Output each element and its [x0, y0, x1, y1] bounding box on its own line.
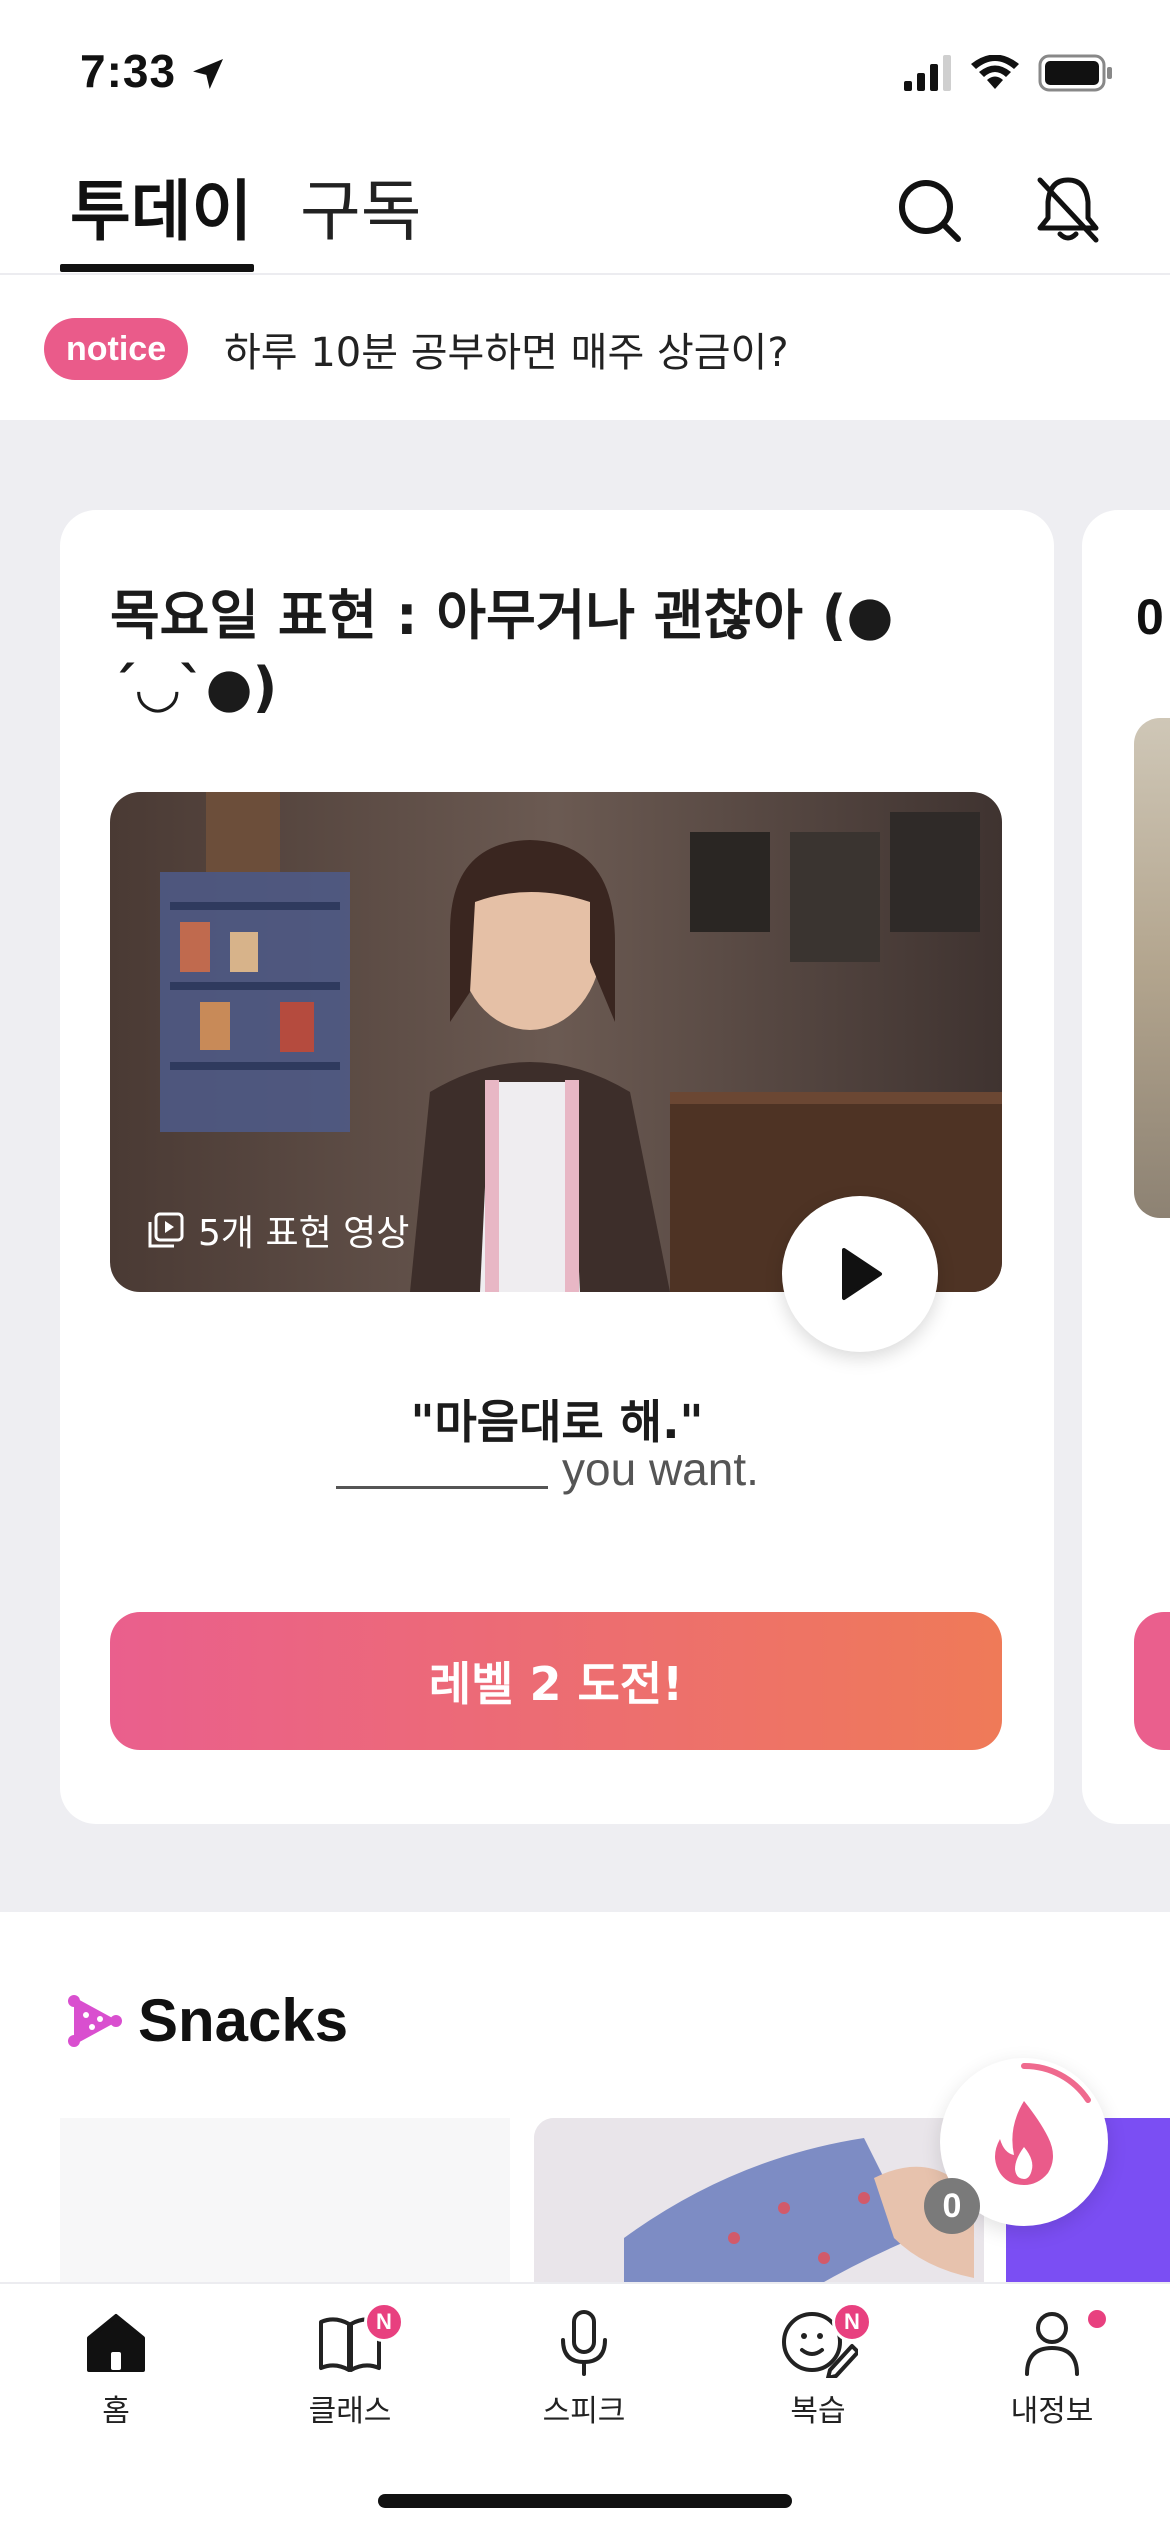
mic-icon: [561, 2310, 607, 2376]
top-nav: 투데이 구독: [0, 140, 1170, 275]
status-time: 7:33: [80, 45, 177, 97]
next-card-thumbnail: [1134, 718, 1170, 1218]
notification-off-icon[interactable]: [1028, 170, 1108, 250]
profile-icon: [1025, 2312, 1079, 2376]
answer-blank: [336, 1486, 548, 1489]
battery-icon: [1038, 54, 1112, 92]
next-card-peek[interactable]: 0: [1082, 510, 1170, 1824]
location-arrow-icon: [193, 59, 223, 89]
expression-card[interactable]: 목요일 표현 : 아무거나 괜찮아 (●´◡`●) 5개 표현 영상 "마음대로…: [60, 510, 1054, 1824]
bottom-tab-home[interactable]: 홈: [36, 2308, 196, 2430]
active-tab-indicator: [60, 264, 254, 272]
home-icon: [87, 2314, 145, 2372]
bottom-tab-label: 복습: [790, 2394, 846, 2429]
play-icon: [842, 1248, 882, 1300]
bottom-tab-label: 스피크: [542, 2394, 626, 2429]
video-playlist-icon: [148, 1212, 184, 1248]
tab-today[interactable]: 투데이: [70, 158, 252, 254]
review-new-badge: N: [832, 2302, 872, 2342]
notice-text: 하루 10분 공부하면 매주 상금이?: [224, 330, 789, 376]
snacks-title-text: Snacks: [138, 1987, 349, 2054]
video-caption: 5개 표현 영상: [146, 1204, 409, 1256]
expression-quote: "마음대로 해.": [410, 1395, 704, 1449]
notice-bar[interactable]: notice 하루 10분 공부하면 매주 상금이?: [0, 276, 1170, 420]
play-button[interactable]: [782, 1196, 938, 1352]
bottom-tab-label: 클래스: [308, 2394, 392, 2429]
card-title: 목요일 표현 : 아무거나 괜찮아 (●´◡`●): [110, 584, 894, 719]
tab-subscription[interactable]: 구독: [300, 158, 421, 254]
bottom-tab-label: 내정보: [1010, 2394, 1094, 2429]
bottom-tab-class[interactable]: N 클래스: [270, 2302, 430, 2430]
video-caption-text: 5개 표현 영상: [198, 1213, 410, 1254]
snacks-logo-icon: [68, 1994, 122, 2047]
profile-notification-dot: [1088, 2310, 1106, 2328]
next-card-title-fragment: 0: [1136, 589, 1164, 645]
next-card-button: [1134, 1612, 1170, 1750]
class-new-badge: N: [364, 2302, 404, 2342]
wifi-icon: [971, 55, 1019, 89]
answer-suffix: you want.: [562, 1443, 759, 1495]
signal-icon: [904, 55, 951, 91]
search-icon[interactable]: [890, 170, 970, 250]
challenge-button[interactable]: 레벨 2 도전!: [110, 1612, 1002, 1750]
bottom-tab-label: 홈: [102, 2394, 130, 2429]
streak-count: 0: [924, 2178, 980, 2234]
status-icons: [904, 50, 1114, 96]
status-bar: 7:33: [0, 0, 1170, 140]
bottom-tab-review[interactable]: N 복습: [738, 2302, 898, 2430]
bottom-tab-profile[interactable]: 내정보: [972, 2308, 1132, 2430]
notice-badge: notice: [44, 318, 189, 380]
bottom-tab-speak[interactable]: 스피크: [504, 2308, 664, 2430]
home-indicator: [378, 2494, 792, 2508]
snacks-section-title: Snacks: [66, 1986, 348, 2055]
